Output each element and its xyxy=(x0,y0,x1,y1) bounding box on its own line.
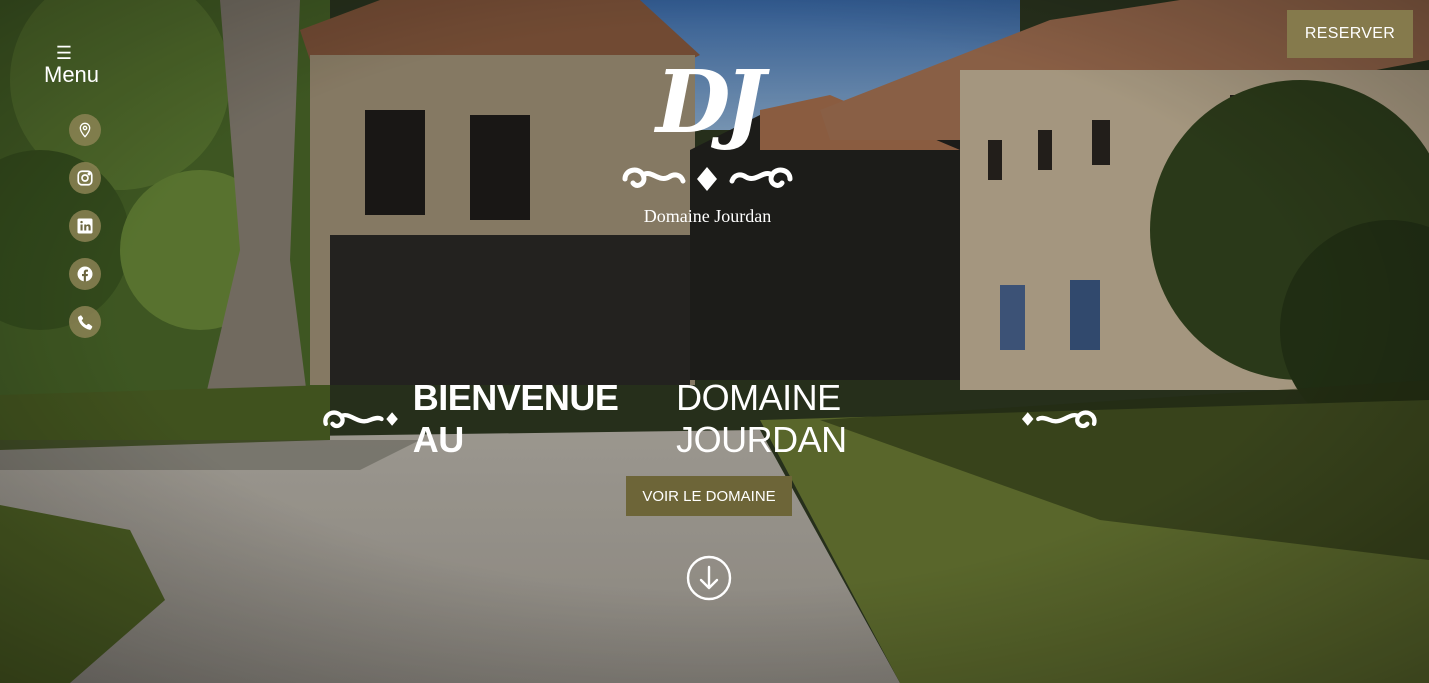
instagram-icon xyxy=(77,170,93,186)
location-link[interactable] xyxy=(69,114,101,146)
hero-title-bold: BIENVENUE AU xyxy=(412,377,619,460)
flourish-left-icon xyxy=(323,410,398,429)
instagram-link[interactable] xyxy=(69,162,101,194)
location-icon xyxy=(79,122,91,138)
hero-title: BIENVENUE AU DOMAINE JOURDAN xyxy=(320,377,1100,460)
facebook-icon xyxy=(77,266,93,282)
logo-flourish-icon xyxy=(622,167,793,191)
flourish-right-icon xyxy=(1022,410,1097,429)
menu-label: Menu xyxy=(44,62,100,87)
social-links xyxy=(69,114,101,354)
linkedin-icon xyxy=(77,218,93,234)
facebook-link[interactable] xyxy=(69,258,101,290)
site-logo[interactable]: DJ Domaine Jourdan xyxy=(615,55,800,230)
hamburger-icon: ☰ xyxy=(55,43,73,63)
logo-monogram: DJ xyxy=(655,52,765,153)
voir-le-domaine-button[interactable]: VOIR LE DOMAINE xyxy=(626,476,792,516)
menu-toggle[interactable]: ☰ Menu xyxy=(44,44,128,90)
arrow-down-circle-icon[interactable] xyxy=(686,555,732,601)
hero-title-light: DOMAINE JOURDAN xyxy=(676,377,847,460)
phone-link[interactable] xyxy=(69,306,101,338)
phone-icon xyxy=(77,315,93,330)
reserve-button[interactable]: RESERVER xyxy=(1287,10,1413,58)
linkedin-link[interactable] xyxy=(69,210,101,242)
logo-wordmark: Domaine Jourdan xyxy=(643,206,772,226)
